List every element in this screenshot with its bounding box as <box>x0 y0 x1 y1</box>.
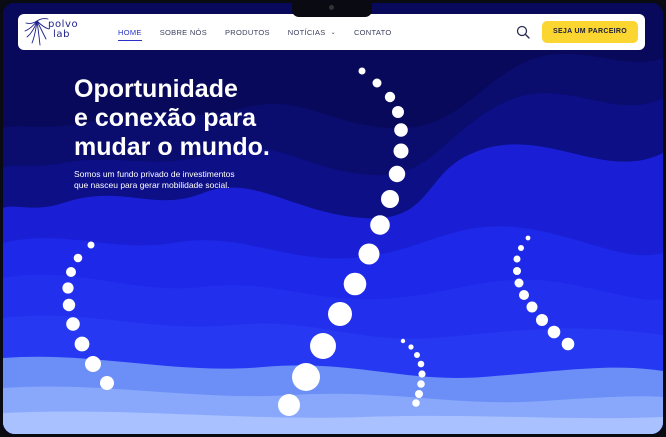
hero-title-line: mudar o mundo. <box>74 133 270 161</box>
nav-item-home[interactable]: HOME <box>118 28 142 41</box>
nav-item-sobre-nos[interactable]: SOBRE NÓS <box>160 28 207 37</box>
hero-title: Oportunidade e conexão para mudar o mund… <box>74 75 374 162</box>
nav-item-noticias[interactable]: NOTÍCIAS ⌄ <box>288 28 336 37</box>
hero-title-line: Oportunidade <box>74 75 238 103</box>
nav-item-produtos[interactable]: PRODUTOS <box>225 28 270 37</box>
screen: Oportunidade e conexão para mudar o mund… <box>3 3 663 434</box>
camera-notch <box>292 0 372 17</box>
top-navbar: polvo lab HOME SOBRE NÓS PRODUTOS NOTÍCI… <box>18 14 645 50</box>
nav-item-noticias-label: NOTÍCIAS <box>287 27 326 37</box>
logo[interactable]: polvo lab <box>22 15 82 49</box>
camera-icon <box>329 5 334 10</box>
nav-item-contato[interactable]: CONTATO <box>354 28 392 37</box>
search-icon[interactable] <box>516 25 530 39</box>
chevron-down-icon: ⌄ <box>330 29 336 36</box>
hero-title-line: e conexão para <box>74 104 257 132</box>
main-nav: HOME SOBRE NÓS PRODUTOS NOTÍCIAS ⌄ CONTAT… <box>118 14 409 50</box>
hero-subtitle: Somos um fundo privado de investimentos … <box>74 169 314 191</box>
device-frame: Oportunidade e conexão para mudar o mund… <box>0 0 666 437</box>
hero-subtitle-line: que nasceu para gerar mobilidade social. <box>74 180 230 190</box>
logo-text: polvo lab <box>48 20 78 40</box>
partner-button[interactable]: SEJA UM PARCEIRO <box>542 21 638 43</box>
logo-line-2: lab <box>53 29 71 40</box>
hero-background <box>3 3 663 434</box>
hero-subtitle-line: Somos um fundo privado de investimentos <box>74 169 235 179</box>
